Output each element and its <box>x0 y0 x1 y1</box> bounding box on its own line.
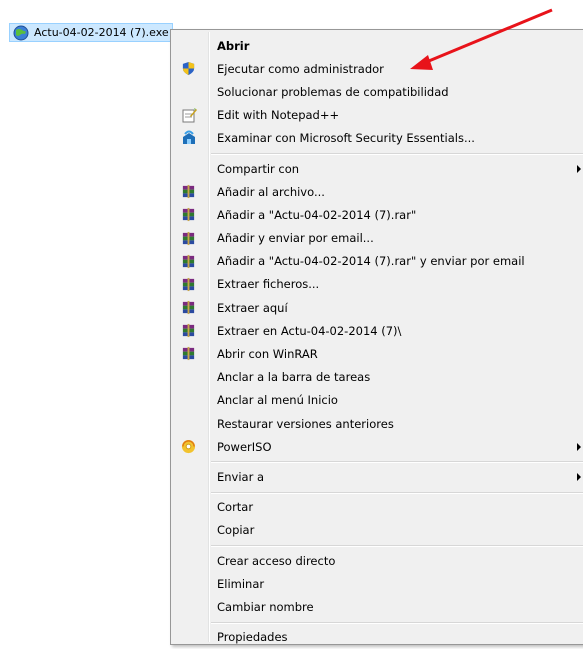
menu-item-label: Añadir a "Actu-04-02-2014 (7).rar" y env… <box>217 254 525 269</box>
menu-item-edit-with-notepad[interactable]: Edit with Notepad++ <box>171 104 583 127</box>
menu-item-copiar[interactable]: Copiar <box>171 519 583 542</box>
winrar-icon <box>180 322 197 339</box>
menu-item-label: Restaurar versiones anteriores <box>217 416 394 431</box>
menu-item-label: Cortar <box>217 500 254 515</box>
menu-item-label: Abrir con WinRAR <box>217 347 318 362</box>
menu-item-anadir-a-actu-04-02-2014-7-rar-y-enviar-por-email[interactable]: Añadir a "Actu-04-02-2014 (7).rar" y env… <box>171 250 583 273</box>
menu-item-label: Extraer ficheros... <box>217 277 320 292</box>
menu-item-anadir-y-enviar-por-email[interactable]: Añadir y enviar por email... <box>171 227 583 250</box>
menu-item-label: Anclar al menú Inicio <box>217 393 338 408</box>
menu-item-enviar-a[interactable]: Enviar a <box>171 465 583 488</box>
menu-item-examinar-con-microsoft-security-essentials[interactable]: Examinar con Microsoft Security Essentia… <box>171 127 583 150</box>
menu-separator <box>171 150 583 157</box>
submenu-arrow-icon <box>577 164 581 173</box>
uac-shield-icon <box>180 60 197 77</box>
menu-item-cortar[interactable]: Cortar <box>171 496 583 519</box>
menu-item-solucionar-problemas-de-compatibilidad[interactable]: Solucionar problemas de compatibilidad <box>171 80 583 103</box>
menu-item-anadir-a-actu-04-02-2014-7-rar[interactable]: Añadir a "Actu-04-02-2014 (7).rar" <box>171 203 583 226</box>
winrar-icon <box>180 345 197 362</box>
menu-item-poweriso[interactable]: PowerISO <box>171 435 583 458</box>
winrar-icon <box>180 230 197 247</box>
menu-item-label: Ejecutar como administrador <box>217 61 384 76</box>
menu-item-label: Cambiar nombre <box>217 599 314 614</box>
menu-item-label: Añadir al archivo... <box>217 184 325 199</box>
menu-item-extraer-ficheros[interactable]: Extraer ficheros... <box>171 273 583 296</box>
winrar-icon <box>180 183 197 200</box>
menu-item-label: Crear acceso directo <box>217 553 336 568</box>
installer-globe-icon <box>13 25 29 40</box>
menu-item-label: Eliminar <box>217 576 265 591</box>
menu-item-extraer-en-actu-04-02-2014-7[interactable]: Extraer en Actu-04-02-2014 (7)\ <box>171 319 583 342</box>
menu-item-abrir-con-winrar[interactable]: Abrir con WinRAR <box>171 342 583 365</box>
menu-item-label: Solucionar problemas de compatibilidad <box>217 84 449 99</box>
menu-separator <box>171 458 583 465</box>
menu-item-anadir-al-archivo[interactable]: Añadir al archivo... <box>171 180 583 203</box>
winrar-icon <box>180 253 197 270</box>
menu-item-label: Extraer aquí <box>217 300 288 315</box>
context-menu: Abrir Ejecutar como administrador Solucion… <box>170 29 583 645</box>
menu-item-label: Anclar a la barra de tareas <box>217 370 371 385</box>
menu-item-ejecutar-como-administrador[interactable]: Ejecutar como administrador <box>171 57 583 80</box>
menu-item-anclar-al-menu-inicio[interactable]: Anclar al menú Inicio <box>171 389 583 412</box>
menu-item-eliminar[interactable]: Eliminar <box>171 572 583 595</box>
notepad-icon <box>180 107 197 124</box>
menu-item-label: Abrir <box>217 38 250 53</box>
menu-item-label: Propiedades <box>217 630 288 645</box>
menu-separator <box>171 542 583 549</box>
menu-item-label: Copiar <box>217 523 255 538</box>
file-name: Actu-04-02-2014 (7).exe <box>34 26 169 39</box>
menu-item-label: Añadir y enviar por email... <box>217 231 374 246</box>
menu-item-propiedades[interactable]: Propiedades <box>171 626 583 649</box>
poweriso-icon <box>180 438 197 455</box>
menu-item-cambiar-nombre[interactable]: Cambiar nombre <box>171 595 583 618</box>
selected-file[interactable]: Actu-04-02-2014 (7).exe <box>9 23 173 42</box>
winrar-icon <box>180 206 197 223</box>
menu-item-crear-acceso-directo[interactable]: Crear acceso directo <box>171 549 583 572</box>
menu-separator <box>171 619 583 626</box>
security-essentials-icon <box>180 130 197 147</box>
menu-item-label: Extraer en Actu-04-02-2014 (7)\ <box>217 323 402 338</box>
menu-item-compartir-con[interactable]: Compartir con <box>171 157 583 180</box>
menu-separator <box>171 489 583 496</box>
menu-item-anclar-a-la-barra-de-tareas[interactable]: Anclar a la barra de tareas <box>171 366 583 389</box>
winrar-icon <box>180 276 197 293</box>
menu-item-restaurar-versiones-anteriores[interactable]: Restaurar versiones anteriores <box>171 412 583 435</box>
submenu-arrow-icon <box>577 442 581 451</box>
menu-item-label: Examinar con Microsoft Security Essentia… <box>217 131 475 146</box>
submenu-arrow-icon <box>577 472 581 481</box>
menu-item-extraer-aqui[interactable]: Extraer aquí <box>171 296 583 319</box>
winrar-icon <box>180 299 197 316</box>
menu-item-label: PowerISO <box>217 439 272 454</box>
menu-item-label: Edit with Notepad++ <box>217 108 340 123</box>
menu-item-label: Enviar a <box>217 469 265 484</box>
menu-item-label: Compartir con <box>217 161 300 176</box>
menu-item-abrir[interactable]: Abrir <box>171 34 583 57</box>
menu-item-label: Añadir a "Actu-04-02-2014 (7).rar" <box>217 207 417 222</box>
